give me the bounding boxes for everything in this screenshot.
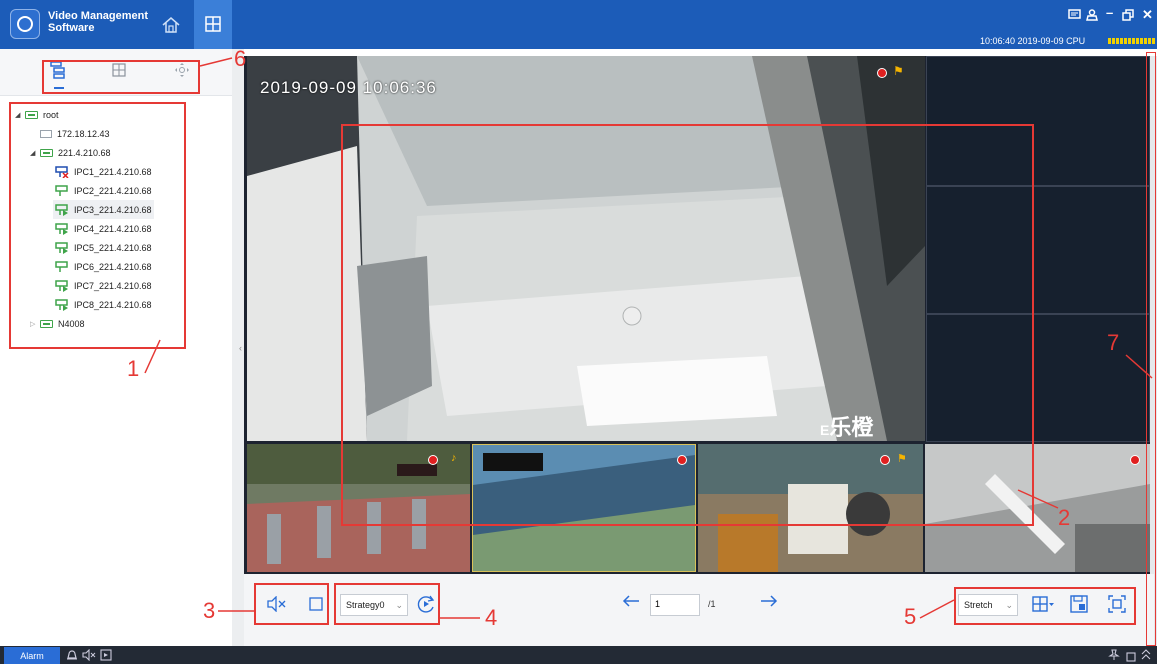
alarm-button[interactable]: Alarm xyxy=(4,647,60,664)
annotation-label-2: 2 xyxy=(1058,505,1071,530)
pin-icon[interactable] xyxy=(1108,648,1120,666)
annotation-leader-lines xyxy=(144,57,1153,619)
playback-window-icon[interactable] xyxy=(100,648,112,666)
annotation-label-3: 3 xyxy=(203,598,216,623)
expand-up-icon[interactable] xyxy=(1141,648,1151,666)
alarm-bell-icon[interactable] xyxy=(66,648,78,666)
annotation-label-4: 4 xyxy=(485,605,498,630)
status-bar xyxy=(0,646,1157,664)
speaker-mute-icon[interactable] xyxy=(82,648,96,666)
annotation-label-7: 7 xyxy=(1107,330,1120,355)
annotation-label-5: 5 xyxy=(904,604,917,629)
window-icon[interactable] xyxy=(1126,649,1136,667)
annotation-label-1: 1 xyxy=(127,356,140,381)
annotation-label-6: 6 xyxy=(234,46,247,71)
